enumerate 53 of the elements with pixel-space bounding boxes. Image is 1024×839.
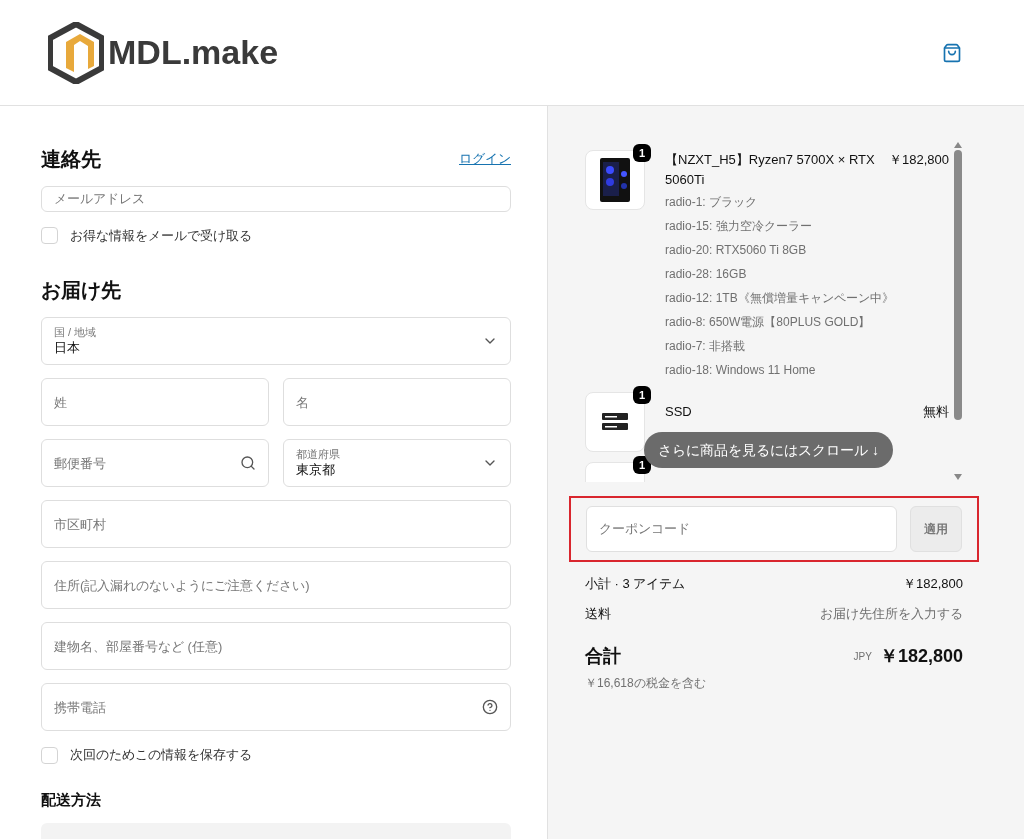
help-icon [482,699,498,716]
select-field[interactable]: 国 / 地域 日本 [41,317,511,366]
product-option: radio-7: 非搭載 [665,334,949,358]
product-option: radio-20: RTX5060 Ti 8GB [665,238,949,262]
select-field[interactable]: 都道府県 東京都 [283,439,511,488]
tax-note: ￥16,618の税金を含む [585,675,707,692]
section-title: お届け先 [41,278,122,304]
total-value: ￥182,800 [879,645,963,668]
shipping-label: 送料 [585,604,611,623]
total-label: 合計 [585,645,621,668]
product-option: radio-15: 強力空冷クーラー [665,214,949,238]
input-field[interactable]: 住所(記入漏れのないようにご注意ください) [41,561,511,610]
input-field[interactable]: 名 [283,378,511,427]
apply-button[interactable]: 適用 [910,506,962,552]
checkbox-label: お得な情報をメールで受け取る [70,226,252,245]
quantity-badge: 1 [633,144,651,162]
product-option: radio-8: 650W電源【80PLUS GOLD】 [665,310,949,334]
server-icon [602,413,628,431]
checkbox[interactable] [41,746,58,764]
email-field[interactable]: メールアドレス [41,186,511,212]
logo-icon [48,21,104,84]
scroll-down-icon [954,474,962,480]
input-field[interactable]: 市区町村 [41,500,511,549]
subtotal-label: 小計 · 3 アイテム [585,575,686,593]
login-link[interactable]: ログイン [459,149,511,169]
quantity-badge: 1 [633,456,651,474]
scroll-up-icon [954,142,962,148]
input-field[interactable]: 姓 [41,378,269,427]
product-price: 無料 [923,403,949,421]
coupon-field[interactable]: クーポンコード [586,506,897,552]
product-option: radio-12: 1TB《無償増量キャンペーン中》 [665,286,949,310]
currency-code: JPY [853,650,872,664]
quantity-badge: 1 [633,386,651,404]
input-field[interactable]: 建物名、部屋番号など (任意) [41,622,511,671]
checkbox-label: 次回のためこの情報を保存する [70,746,252,765]
scrollbar[interactable] [953,142,963,482]
checkbox[interactable] [41,227,58,245]
product-option: radio-28: 16GB [665,262,949,286]
logo-text: MDL.make [108,32,279,73]
input-field[interactable]: 郵便番号 [41,439,269,488]
shopping-bag-icon[interactable] [942,42,962,63]
section-title: 連絡先 [41,147,101,172]
section-title: 配送方法 [41,789,102,810]
scroll-hint[interactable]: さらに商品を見るにはスクロール ↓ [644,432,893,468]
subtotal-value: ￥182,800 [903,575,963,593]
input-field[interactable]: 携帯電話 [41,683,511,732]
shipping-value: お届け先住所を入力する [820,604,963,623]
product-option: radio-18: Windows 11 Home [665,358,949,382]
product-name: 【NZXT_H5】Ryzen7 5700X × RTX 5060Ti [665,151,876,189]
product-option: radio-1: ブラック [665,190,949,214]
product-price: ￥182,800 [889,151,949,169]
product-name: SSD [665,403,692,421]
search-icon [240,455,256,472]
